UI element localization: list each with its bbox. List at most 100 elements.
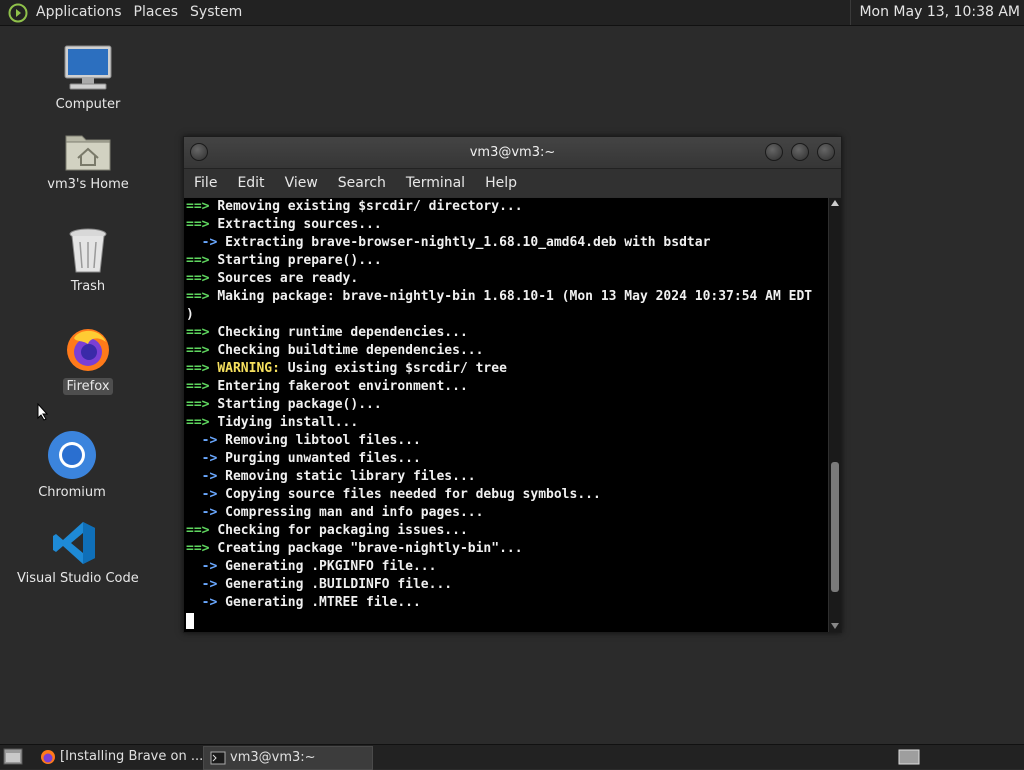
firefox-icon (41, 750, 55, 764)
terminal-line: -> Extracting brave-browser-nightly_1.68… (184, 234, 828, 252)
line-prefix: -> (186, 469, 226, 484)
line-prefix: ==> (186, 217, 218, 232)
taskbar-item-firefox[interactable]: [Installing Brave on ... (34, 746, 226, 768)
terminal-line: ==> Tidying install... (184, 414, 828, 432)
line-text: Using existing $srcdir/ tree (279, 361, 507, 376)
terminal-line: ==> Checking buildtime dependencies... (184, 342, 828, 360)
maximize-button[interactable] (791, 143, 809, 161)
clock[interactable]: Mon May 13, 10:38 AM (850, 0, 1020, 25)
desktop-icon-trash[interactable]: Trash (48, 228, 128, 295)
terminal-line: -> Removing static library files... (184, 468, 828, 486)
terminal-line: -> Generating .BUILDINFO file... (184, 576, 828, 594)
desktop-icon-label: Trash (70, 279, 106, 294)
line-text: Compressing man and info pages... (225, 505, 484, 520)
desktop-icon-label: Visual Studio Code (17, 571, 139, 586)
desktop-icon-label: Computer (55, 97, 121, 112)
line-text: Purging unwanted files... (225, 451, 421, 466)
terminal-output[interactable]: ==> Removing existing $srcdir/ directory… (184, 198, 828, 632)
line-prefix: -> (186, 487, 226, 502)
line-prefix: -> (186, 433, 226, 448)
vscode-icon (53, 522, 95, 564)
terminal-scrollbar[interactable] (829, 198, 841, 632)
line-text: Starting prepare()... (217, 253, 382, 268)
trash-icon (69, 228, 107, 273)
applications-logo-icon[interactable] (8, 3, 28, 23)
line-prefix: ==> (186, 397, 218, 412)
mouse-pointer-icon (37, 403, 49, 421)
line-text: Checking buildtime dependencies... (217, 343, 484, 358)
terminal-line: ==> Extracting sources... (184, 216, 828, 234)
top-panel: Applications Places System Mon May 13, 1… (0, 0, 1024, 26)
terminal-icon (210, 751, 226, 765)
desktop-icon-chromium[interactable]: Chromium (32, 430, 112, 501)
menu-applications[interactable]: Applications (30, 0, 128, 25)
menu-file[interactable]: File (184, 175, 227, 191)
line-text: Tidying install... (217, 415, 359, 430)
menu-terminal[interactable]: Terminal (396, 175, 475, 191)
menu-search[interactable]: Search (328, 175, 396, 191)
line-text: Generating .MTREE file... (225, 595, 421, 610)
line-prefix: ==> (186, 415, 218, 430)
window-title: vm3@vm3:~ (469, 145, 556, 160)
line-prefix: ==> (186, 379, 218, 394)
terminal-menubar: File Edit View Search Terminal Help (184, 169, 841, 197)
desktop-icon-computer[interactable]: Computer (48, 44, 128, 113)
warning-label: WARNING: (217, 361, 280, 376)
terminal-line: ==> Making package: brave-nightly-bin 1.… (184, 288, 828, 306)
line-text: Entering fakeroot environment... (217, 379, 468, 394)
scrollbar-thumb[interactable] (831, 462, 839, 592)
line-prefix: ==> (186, 253, 218, 268)
menu-places[interactable]: Places (128, 0, 185, 25)
terminal-line: ==> WARNING: Using existing $srcdir/ tre… (184, 360, 828, 378)
scroll-up-arrow-icon[interactable] (831, 200, 839, 206)
line-prefix: ==> (186, 289, 218, 304)
terminal-line: ==> Sources are ready. (184, 270, 828, 288)
line-prefix: -> (186, 451, 226, 466)
terminal-prompt-line (184, 612, 828, 630)
line-prefix: -> (186, 505, 226, 520)
minimize-button[interactable] (765, 143, 783, 161)
desktop-icon-vscode[interactable]: Visual Studio Code (14, 520, 139, 587)
show-desktop-icon[interactable] (3, 748, 23, 765)
line-text: Extracting brave-browser-nightly_1.68.10… (225, 235, 711, 250)
taskbar-item-label: [Installing Brave on ... (60, 749, 204, 764)
line-prefix: -> (186, 577, 226, 592)
taskbar-item-label: vm3@vm3:~ (230, 750, 316, 765)
scroll-down-arrow-icon[interactable] (831, 623, 839, 629)
taskbar-item-terminal[interactable]: vm3@vm3:~ (203, 746, 373, 770)
home-folder-icon (65, 135, 111, 171)
line-text: Removing libtool files... (225, 433, 421, 448)
workspace-switcher-icon[interactable] (898, 749, 920, 765)
terminal-line: ==> Checking for packaging issues... (184, 522, 828, 540)
line-prefix: -> (186, 235, 226, 250)
terminal-line: -> Removing libtool files... (184, 432, 828, 450)
terminal-line: -> Purging unwanted files... (184, 450, 828, 468)
menu-system[interactable]: System (184, 0, 248, 25)
line-prefix: ==> (186, 523, 218, 538)
line-prefix: ==> (186, 541, 218, 556)
terminal-line: ) (184, 306, 828, 324)
desktop-icon-firefox[interactable]: Firefox (48, 326, 128, 395)
desktop-icon-home[interactable]: vm3's Home (43, 128, 133, 193)
close-button[interactable] (817, 143, 835, 161)
line-text: Checking for packaging issues... (217, 523, 468, 538)
line-text: Checking runtime dependencies... (217, 325, 468, 340)
window-titlebar[interactable]: vm3@vm3:~ (184, 137, 841, 169)
menu-edit[interactable]: Edit (227, 175, 274, 191)
line-text: Sources are ready. (217, 271, 359, 286)
terminal-line: -> Compressing man and info pages... (184, 504, 828, 522)
terminal-line: ==> Entering fakeroot environment... (184, 378, 828, 396)
chromium-icon (48, 431, 96, 479)
line-prefix: ==> (186, 343, 218, 358)
desktop-icon-label: Firefox (63, 378, 113, 395)
line-text: Generating .PKGINFO file... (225, 559, 437, 574)
terminal-window[interactable]: vm3@vm3:~ File Edit View Search Terminal… (183, 136, 842, 633)
line-text: Copying source files needed for debug sy… (225, 487, 601, 502)
menu-view[interactable]: View (275, 175, 328, 191)
line-prefix: ==> (186, 199, 218, 214)
desktop-icon-label: vm3's Home (47, 177, 129, 192)
terminal-line: ==> Removing existing $srcdir/ directory… (184, 198, 828, 216)
menu-help[interactable]: Help (475, 175, 527, 191)
line-prefix: -> (186, 559, 226, 574)
line-text: Creating package "brave-nightly-bin"... (217, 541, 523, 556)
